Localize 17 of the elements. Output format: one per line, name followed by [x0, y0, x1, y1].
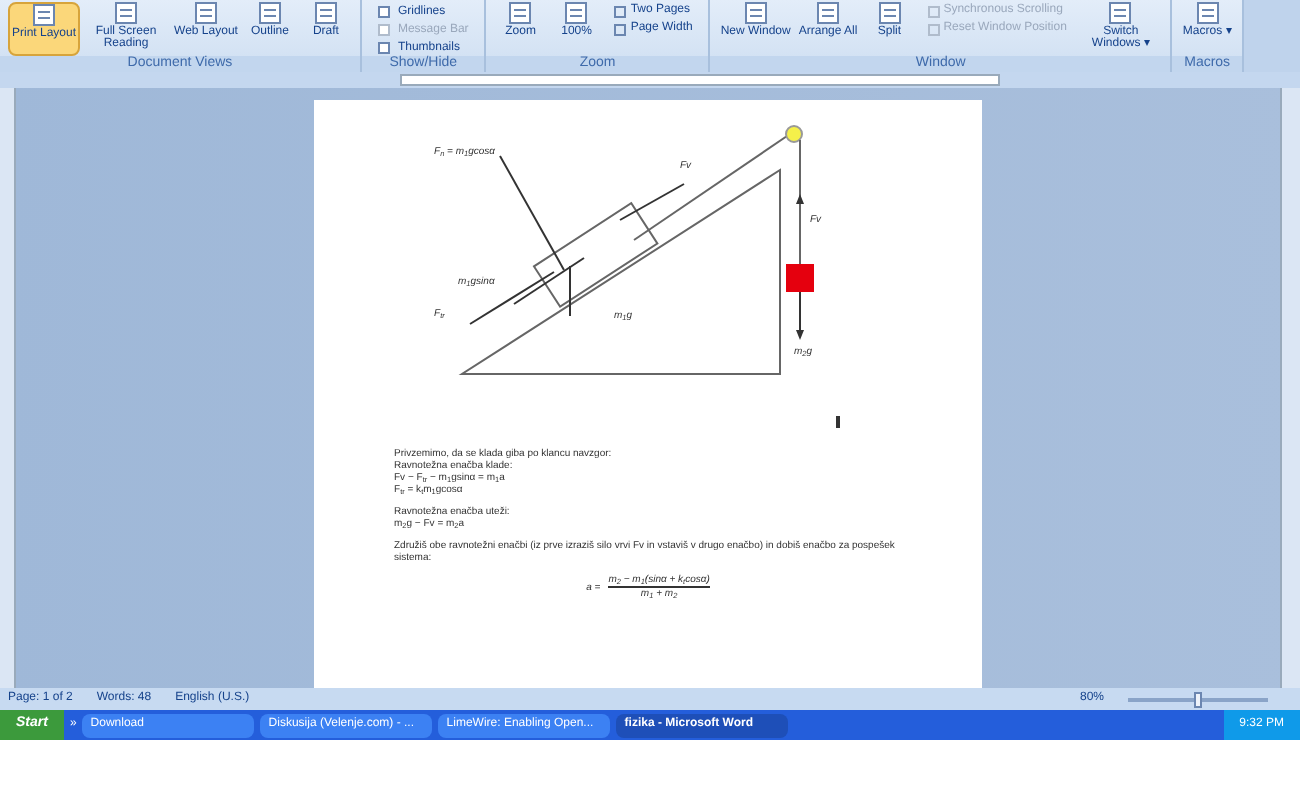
- text-cursor-icon: [836, 416, 840, 428]
- document-icon: [1195, 2, 1220, 24]
- document-icon: [257, 2, 282, 24]
- slider-thumb[interactable]: [1194, 691, 1202, 707]
- checkbox[interactable]: [377, 5, 390, 17]
- document-icon: [32, 4, 57, 26]
- checkbox[interactable]: [377, 41, 390, 53]
- document-icon: [816, 2, 841, 24]
- vertical-scrollbar[interactable]: [1280, 88, 1300, 688]
- document-icon: [114, 2, 139, 24]
- document-icon: [193, 2, 218, 24]
- document-icon: [564, 2, 589, 24]
- document-icon: [508, 2, 533, 24]
- document-icon: [743, 2, 768, 24]
- document-icon: [313, 2, 338, 24]
- document-icon: [1108, 2, 1133, 24]
- document-icon: [877, 2, 902, 24]
